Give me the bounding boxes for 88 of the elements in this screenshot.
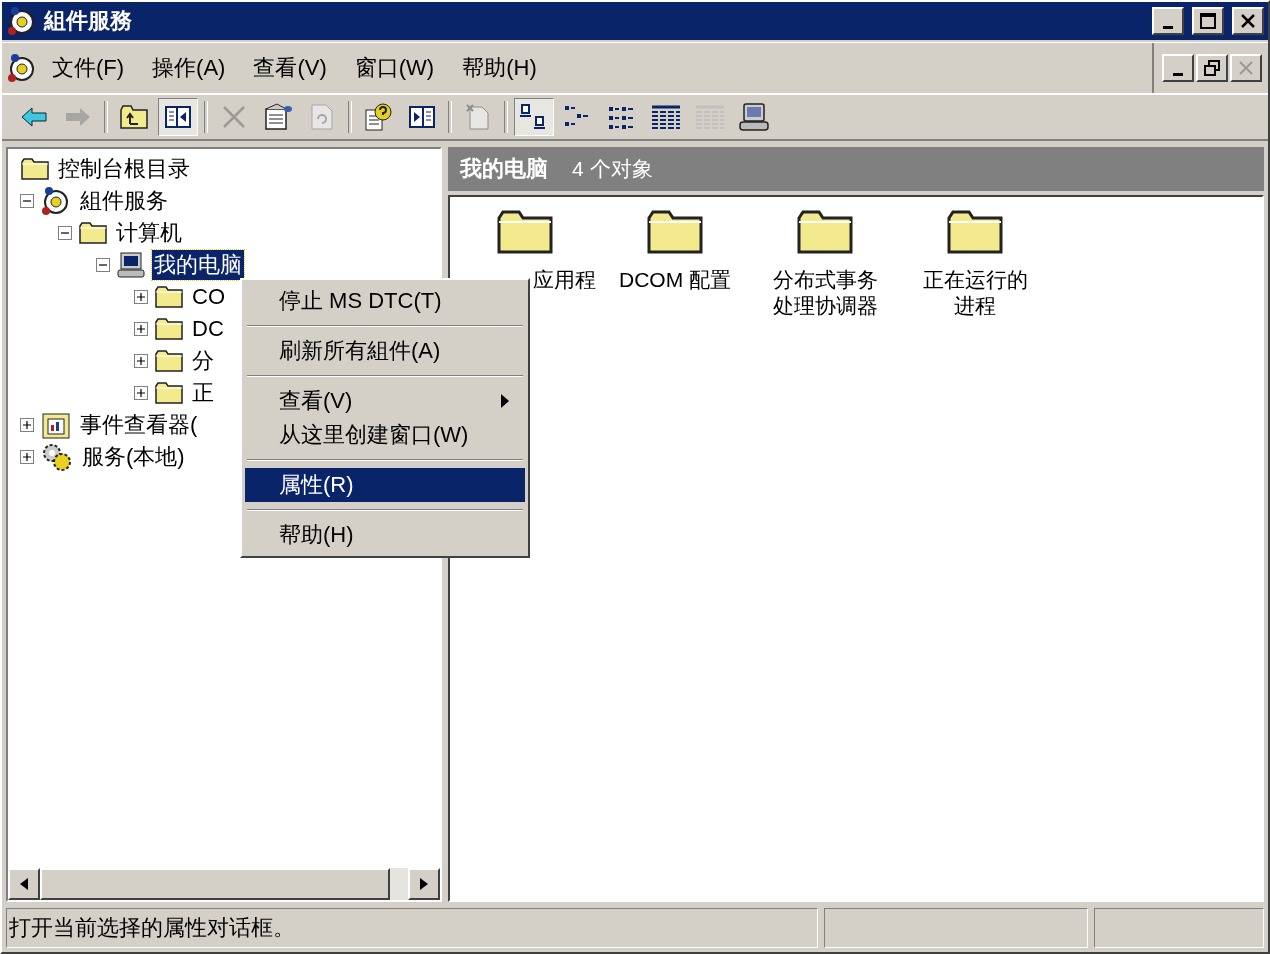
- help-icon: [363, 102, 393, 132]
- minus-icon: [99, 261, 107, 269]
- details-icon: [650, 104, 682, 130]
- expander-button[interactable]: [20, 418, 34, 432]
- menu-item[interactable]: 查看(V): [239, 49, 341, 87]
- event-viewer-icon: [40, 410, 72, 440]
- forward-arrow-icon: [64, 106, 92, 128]
- new-window-icon: [464, 103, 492, 131]
- toolbar-button[interactable]: [158, 98, 198, 136]
- back-arrow-icon: [20, 106, 48, 128]
- tree-pane-icon: [164, 105, 192, 129]
- restore-icon: [1204, 60, 1220, 76]
- plus-icon: [23, 421, 31, 429]
- tree-item[interactable]: 服务(本地): [80, 442, 187, 472]
- expander-button[interactable]: [134, 386, 148, 400]
- tree-item[interactable]: 控制台根目录: [56, 154, 192, 184]
- window-title: 組件服務: [44, 7, 133, 35]
- expander-button[interactable]: [134, 354, 148, 368]
- menu-item[interactable]: 窗口(W): [340, 49, 449, 87]
- folder-icon: [154, 317, 184, 341]
- expander-button[interactable]: [20, 450, 34, 464]
- folder-icon: [154, 285, 184, 309]
- expander-button[interactable]: [58, 226, 72, 240]
- status-text: 打开当前选择的属性对话框。: [9, 914, 295, 942]
- horizontal-scrollbar[interactable]: [8, 868, 440, 900]
- folder-icon: [20, 157, 50, 181]
- computer-icon: [116, 251, 146, 279]
- minimize-button[interactable]: [1162, 54, 1194, 82]
- close-button[interactable]: [1232, 7, 1264, 35]
- close-button[interactable]: [1230, 54, 1262, 82]
- plus-icon: [137, 325, 145, 333]
- tree-item[interactable]: 分: [190, 346, 216, 376]
- delete-icon: [221, 104, 247, 130]
- plus-icon: [137, 389, 145, 397]
- folder-up-icon: [119, 104, 149, 130]
- minimize-icon: [1173, 72, 1183, 76]
- maximize-button[interactable]: [1192, 7, 1224, 35]
- close-icon: [1238, 60, 1254, 76]
- menu-item[interactable]: 查看(V): [245, 384, 525, 418]
- restore-button[interactable]: [1196, 54, 1228, 82]
- minimize-icon: [1163, 25, 1173, 29]
- expander-button[interactable]: [134, 290, 148, 304]
- minimize-button[interactable]: [1152, 7, 1184, 35]
- folder-icon: [78, 221, 108, 245]
- submenu-arrow-icon: [501, 394, 509, 408]
- left-arrow-icon: [20, 878, 28, 890]
- pane-title: 我的电脑: [460, 155, 548, 183]
- tree-item[interactable]: 计算机: [114, 218, 184, 248]
- object-count: 4 个对象: [572, 156, 653, 182]
- menu-item[interactable]: 属性(R): [245, 468, 525, 502]
- scroll-thumb[interactable]: [40, 868, 390, 900]
- tree-item[interactable]: 組件服务: [78, 186, 170, 216]
- plus-icon: [137, 293, 145, 301]
- expander-button[interactable]: [134, 322, 148, 336]
- expander-button[interactable]: [20, 194, 34, 208]
- folder-label[interactable]: 正在运行的进程: [919, 267, 1031, 320]
- tree-item[interactable]: 我的电脑: [152, 250, 244, 280]
- scroll-left-button[interactable]: [8, 868, 40, 900]
- scroll-right-button[interactable]: [408, 868, 440, 900]
- expander-button[interactable]: [96, 258, 110, 272]
- folder-icon: [154, 349, 184, 373]
- menu-item[interactable]: 停止 MS DTC(T): [245, 284, 525, 318]
- plus-icon: [23, 453, 31, 461]
- plus-icon: [137, 357, 145, 365]
- menu-item[interactable]: 操作(A): [138, 49, 240, 87]
- folder-label[interactable]: 分布式事务处理协调器: [769, 267, 881, 320]
- tree-item[interactable]: 正: [190, 378, 216, 408]
- right-arrow-icon: [420, 878, 428, 890]
- toolbar-button[interactable]: [514, 98, 554, 136]
- folder-icon: [154, 381, 184, 405]
- refresh-icon: [309, 103, 335, 131]
- tree-item[interactable]: CO: [190, 284, 227, 310]
- close-icon: [1240, 13, 1256, 29]
- computer-icon: [738, 102, 770, 132]
- minus-icon: [61, 229, 69, 237]
- menu-item[interactable]: 文件(F): [38, 49, 139, 87]
- maximize-icon: [1199, 12, 1217, 30]
- menu-item[interactable]: 帮助(H): [448, 49, 551, 87]
- properties-icon: [263, 103, 293, 131]
- folder-label[interactable]: DCOM 配置: [619, 267, 731, 294]
- action-pane-icon: [408, 105, 436, 129]
- menu-item[interactable]: 刷新所有組件(A): [245, 334, 525, 368]
- minus-icon: [23, 197, 31, 205]
- tree-item[interactable]: 事件查看器(: [78, 410, 200, 440]
- menu-item[interactable]: 从这里创建窗口(W): [245, 418, 525, 452]
- tree-item[interactable]: DC: [190, 316, 226, 342]
- gears-icon: [40, 442, 74, 472]
- menu-item[interactable]: 帮助(H): [245, 518, 525, 552]
